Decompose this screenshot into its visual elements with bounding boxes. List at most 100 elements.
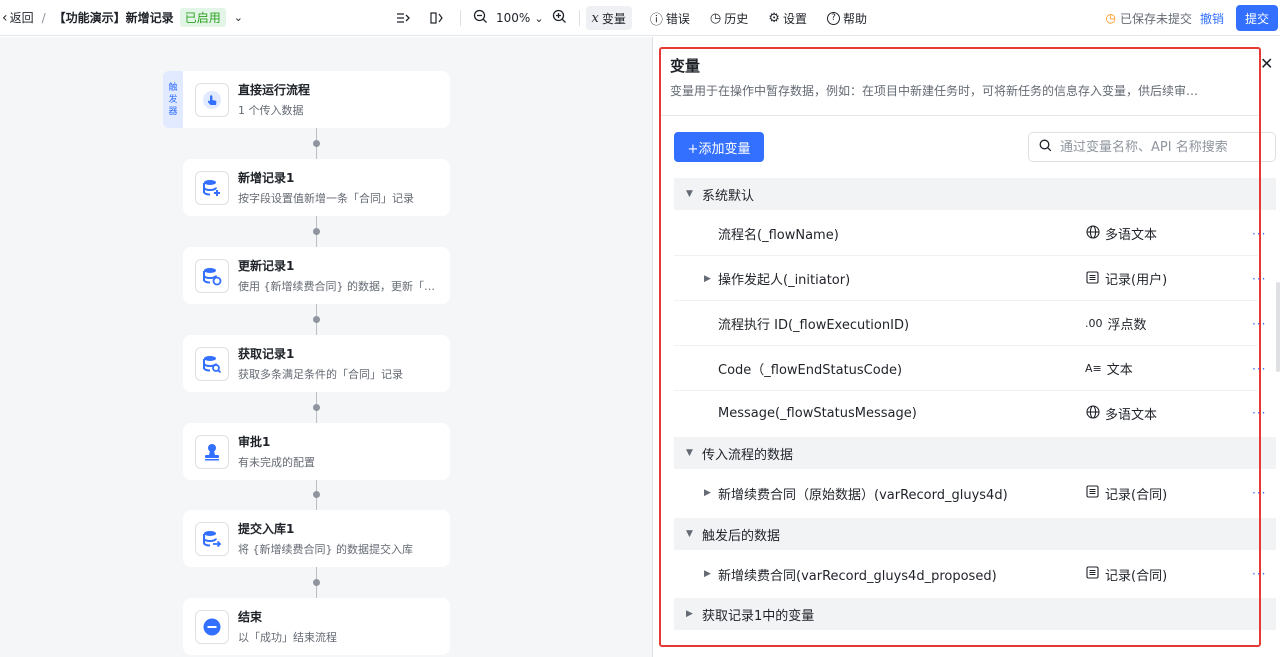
flow-node-add-record[interactable]: 新增记录1 按字段设置值新增一条「合同」记录 bbox=[183, 159, 450, 216]
collapse-all-icon[interactable] bbox=[392, 6, 414, 30]
variable-name: 操作发起人(_initiator) bbox=[718, 273, 851, 288]
caret-down-icon: ▼ bbox=[686, 529, 693, 539]
zoom-control: 100% ⌄ bbox=[473, 9, 567, 27]
variable-type: 记录(合同) bbox=[1085, 565, 1167, 584]
undo-button[interactable]: 撤销 bbox=[1200, 10, 1224, 27]
chevron-down-icon[interactable]: ⌄ bbox=[534, 12, 543, 25]
add-variable-button[interactable]: +添加变量 bbox=[674, 132, 764, 162]
caret-down-icon: ▼ bbox=[686, 448, 693, 458]
flow-node-desc: 按字段设置值新增一条「合同」记录 bbox=[238, 192, 414, 205]
flow-node-title: 结束 bbox=[238, 610, 263, 624]
flow-connector-dot[interactable] bbox=[313, 491, 320, 498]
submit-button[interactable]: 提交 bbox=[1236, 5, 1278, 31]
variable-type-label: 多语文本 bbox=[1105, 407, 1158, 423]
flow-node-commit[interactable]: 提交入库1 将 {新增续费合同} 的数据提交入库 bbox=[183, 510, 450, 567]
breadcrumb-separator: / bbox=[41, 10, 46, 25]
search-input[interactable] bbox=[1060, 139, 1260, 155]
variable-type: .00 浮点数 bbox=[1085, 314, 1147, 333]
flow-node-title: 审批1 bbox=[238, 435, 271, 449]
caret-right-icon[interactable]: ▶ bbox=[704, 488, 711, 498]
more-actions-icon[interactable]: ··· bbox=[1252, 272, 1266, 286]
tab-settings[interactable]: ⚙ 设置 bbox=[762, 6, 813, 30]
flow-node-get-records[interactable]: 获取记录1 获取多条满足条件的「合同」记录 bbox=[183, 335, 450, 392]
more-actions-icon[interactable]: ··· bbox=[1252, 362, 1266, 376]
canvas-toolbar: 100% ⌄ 𝑥 变量 ⓘ 错误 ◷ 历史 ⚙ 设置 ? 帮助 bbox=[392, 0, 873, 36]
variable-name: Message(_flowStatusMessage) bbox=[718, 405, 917, 421]
tool-label-history: 历史 bbox=[724, 11, 749, 26]
text-icon: A≡ bbox=[1085, 362, 1102, 375]
more-actions-icon[interactable]: ··· bbox=[1252, 486, 1266, 500]
variable-row[interactable]: ▶ 新增续费合同（原始数据）(varRecord_gluys4d) 记录(合同)… bbox=[674, 471, 1265, 515]
flow-node-approval[interactable]: 审批1 有未完成的配置 bbox=[183, 423, 450, 480]
variable-row[interactable]: Code（_flowEndStatusCode) A≡ 文本 ··· bbox=[674, 347, 1265, 391]
gear-icon: ⚙ bbox=[768, 10, 780, 26]
zoom-in-icon[interactable] bbox=[552, 9, 567, 27]
variable-type: 多语文本 bbox=[1085, 224, 1157, 243]
variable-type-label: 多语文本 bbox=[1105, 228, 1158, 243]
flow-node-end[interactable]: 结束 以「成功」结束流程 bbox=[183, 598, 450, 655]
close-icon[interactable]: ✕ bbox=[1260, 54, 1273, 73]
flow-node-text: 结束 以「成功」结束流程 bbox=[238, 608, 438, 645]
variable-row[interactable]: 流程名(_flowName) 多语文本 ··· bbox=[674, 212, 1265, 256]
variable-group-get-records[interactable]: ▶ 获取记录1中的变量 bbox=[674, 598, 1276, 630]
flow-node-desc: 以「成功」结束流程 bbox=[238, 631, 337, 644]
flow-node-title: 新增记录1 bbox=[238, 171, 295, 185]
flow-node-trigger[interactable]: 直接运行流程 1 个传入数据 bbox=[183, 71, 450, 128]
variable-name: 流程执行 ID(_flowExecutionID) bbox=[718, 318, 910, 333]
tool-label-variables: 变量 bbox=[601, 11, 626, 26]
variable-type-label: 记录(合同) bbox=[1105, 568, 1168, 584]
flow-connector-dot[interactable] bbox=[313, 140, 320, 147]
flow-connector-dot[interactable] bbox=[313, 579, 320, 586]
flow-node-desc: 有未完成的配置 bbox=[238, 456, 315, 469]
tab-history[interactable]: ◷ 历史 bbox=[704, 6, 754, 30]
panel-divider bbox=[660, 115, 1258, 116]
variable-group-triggered[interactable]: ▼ 触发后的数据 bbox=[674, 518, 1276, 550]
chevron-down-icon[interactable]: ⌄ bbox=[234, 11, 243, 24]
group-label: 传入流程的数据 bbox=[702, 447, 794, 463]
variable-row[interactable]: 流程执行 ID(_flowExecutionID) .00 浮点数 ··· bbox=[674, 302, 1265, 346]
flow-connector-dot[interactable] bbox=[313, 316, 320, 323]
trigger-tab-char: 发 bbox=[168, 94, 178, 105]
scrollbar[interactable] bbox=[1276, 282, 1280, 372]
flow-node-update-record[interactable]: 更新记录1 使用 {新增续费合同} 的数据，更新「合同」记录 bbox=[183, 247, 450, 304]
panel-description: 变量用于在操作中暂存数据，例如：在项目中新建任务时，可将新任务的信息存入变量，供… bbox=[670, 84, 1199, 98]
caret-right-icon: ▶ bbox=[686, 609, 693, 619]
flow-node-text: 获取记录1 获取多条满足条件的「合同」记录 bbox=[238, 345, 438, 382]
flow-node-text: 更新记录1 使用 {新增续费合同} 的数据，更新「合同」记录 bbox=[238, 257, 438, 294]
caret-right-icon[interactable]: ▶ bbox=[704, 274, 711, 284]
more-actions-icon[interactable]: ··· bbox=[1252, 317, 1266, 331]
flow-connector-dot[interactable] bbox=[313, 228, 320, 235]
chevron-left-icon: ‹ bbox=[2, 9, 8, 26]
layout-icon[interactable] bbox=[426, 6, 448, 30]
variable-group-system[interactable]: ▼ 系统默认 bbox=[674, 178, 1276, 210]
caret-right-icon[interactable]: ▶ bbox=[704, 569, 711, 579]
group-label: 系统默认 bbox=[702, 188, 755, 204]
group-label: 触发后的数据 bbox=[702, 528, 781, 544]
variable-search bbox=[1028, 132, 1276, 162]
toolbar-divider bbox=[578, 10, 580, 26]
hand-pointer-icon bbox=[195, 82, 229, 117]
variable-row[interactable]: ▶ 操作发起人(_initiator) 记录(用户) ··· bbox=[674, 257, 1265, 301]
variable-name: 新增续费合同(varRecord_gluys4d_proposed) bbox=[718, 568, 997, 584]
flow-node-title: 提交入库1 bbox=[238, 522, 295, 536]
flow-node-text: 新增记录1 按字段设置值新增一条「合同」记录 bbox=[238, 169, 438, 206]
variable-type-label: 记录(合同) bbox=[1105, 487, 1168, 503]
variable-row[interactable]: Message(_flowStatusMessage) 多语文本 ··· bbox=[674, 391, 1265, 435]
tool-label-help: 帮助 bbox=[842, 11, 867, 26]
flow-connector-dot[interactable] bbox=[313, 404, 320, 411]
back-button[interactable]: ‹ 返回 bbox=[2, 9, 34, 26]
tool-label-settings: 设置 bbox=[782, 11, 807, 26]
database-search-icon bbox=[195, 346, 229, 381]
tab-help[interactable]: ? 帮助 bbox=[821, 6, 873, 30]
more-actions-icon[interactable]: ··· bbox=[1252, 227, 1266, 241]
tab-variables[interactable]: 𝑥 变量 bbox=[585, 6, 632, 30]
zoom-out-icon[interactable] bbox=[473, 9, 488, 27]
variable-row[interactable]: ▶ 新增续费合同(varRecord_gluys4d_proposed) 记录(… bbox=[674, 552, 1265, 596]
flow-node-desc: 使用 {新增续费合同} 的数据，更新「合同」记录 bbox=[238, 280, 438, 293]
more-actions-icon[interactable]: ··· bbox=[1252, 567, 1266, 581]
tool-label-errors: 错误 bbox=[665, 11, 690, 26]
more-actions-icon[interactable]: ··· bbox=[1252, 406, 1266, 420]
zoom-level-select[interactable]: 100% bbox=[496, 11, 530, 25]
variable-group-input[interactable]: ▼ 传入流程的数据 bbox=[674, 437, 1276, 469]
tab-errors[interactable]: ⓘ 错误 bbox=[644, 6, 696, 30]
